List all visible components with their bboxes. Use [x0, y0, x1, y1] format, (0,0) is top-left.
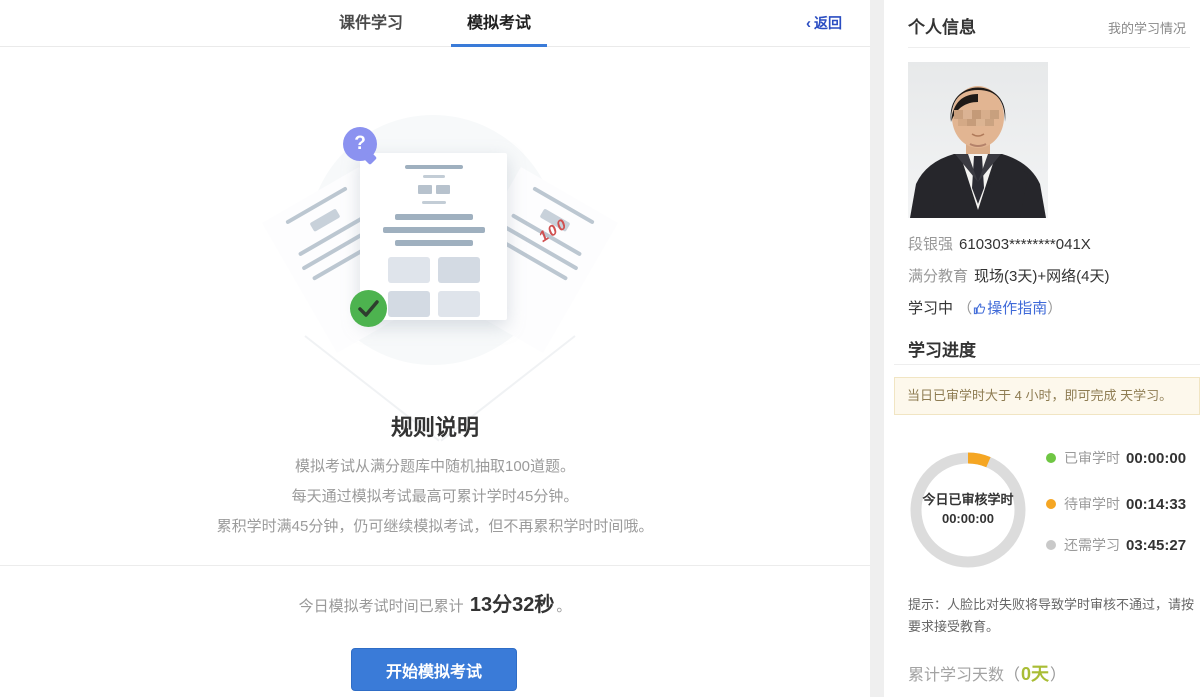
paren-close: ） [1047, 300, 1062, 317]
chevron-left-icon: ‹ [806, 15, 811, 32]
donut-center-label: 今日已审核学时 [918, 490, 1018, 509]
tab-mock-exam-label: 模拟考试 [467, 15, 531, 32]
rule-line-1: 模拟考试从满分题库中随机抽取100道题。 [0, 452, 870, 482]
back-link[interactable]: ‹返回 [806, 0, 842, 47]
daily-requirement-notice: 当日已审学时大于 4 小时，即可完成 天学习。 [894, 377, 1200, 415]
rule-line-2: 每天通过模拟考试最高可累计学时45分钟。 [0, 482, 870, 512]
donut-center-text: 今日已审核学时 00:00:00 [918, 490, 1018, 528]
tab-courseware[interactable]: 课件学习 [333, 0, 409, 47]
status-row: 学习中 （ 操作指南） [908, 297, 1062, 319]
course-label: 满分教育 [908, 268, 968, 285]
legend-value: 00:14:33 [1126, 496, 1186, 513]
gray-dot-icon [1046, 540, 1056, 550]
exam-illustration: ? 100 [290, 100, 590, 365]
id-number: 610303********041X [959, 236, 1091, 253]
summary-suffix: 。 [556, 598, 571, 615]
learning-progress-title: 学习进度 [908, 336, 976, 361]
donut-center-value: 00:00:00 [918, 509, 1018, 528]
question-mark-icon: ? [343, 127, 377, 161]
paren-close: ） [1050, 667, 1066, 684]
legend-label: 还需学习 [1064, 535, 1120, 555]
legend-label: 待审学时 [1064, 494, 1120, 514]
paren-open: （ [957, 300, 972, 317]
study-time-donut-chart: 今日已审核学时 00:00:00 [906, 448, 1030, 572]
legend-row-reviewed: 已审学时 00:00:00 [1046, 448, 1186, 468]
back-label: 返回 [814, 15, 842, 31]
green-dot-icon [1046, 453, 1056, 463]
course-value: 现场(3天)+网络(4天) [974, 268, 1109, 285]
today-exam-time-summary: 今日模拟考试时间已累计 13分32秒。 [0, 588, 870, 617]
screen: 课件学习 模拟考试 ‹返回 [0, 0, 1200, 697]
total-study-days: 累计学习天数（0天） [908, 660, 1066, 686]
orange-dot-icon [1046, 499, 1056, 509]
main-panel: 课件学习 模拟考试 ‹返回 [0, 0, 870, 697]
summary-duration: 13分32秒 [470, 594, 555, 616]
status-text: 学习中 [908, 300, 953, 317]
hand-guide-icon [973, 302, 986, 319]
my-learning-status-link[interactable]: 我的学习情况 [1108, 18, 1186, 37]
legend-value: 00:00:00 [1126, 450, 1186, 467]
legend-row-pending: 待审学时 00:14:33 [1046, 494, 1186, 514]
sidebar: 个人信息 我的学习情况 [884, 0, 1200, 697]
active-tab-underline [451, 44, 547, 47]
total-days-value: 0天 [1021, 664, 1049, 684]
divider [0, 565, 870, 566]
face-verification-tip: 提示：人脸比对失败将导致学时审核不通过，请按要求接受教育。 [908, 594, 1194, 638]
legend-value: 03:45:27 [1126, 537, 1186, 554]
main-header: 课件学习 模拟考试 ‹返回 [0, 0, 870, 47]
name-label: 段银强 [908, 236, 953, 253]
total-days-label: 累计学习天数 [908, 667, 1004, 684]
tab-mock-exam[interactable]: 模拟考试 [461, 0, 537, 47]
legend-row-remaining: 还需学习 03:45:27 [1046, 535, 1186, 555]
legend-label: 已审学时 [1064, 448, 1120, 468]
summary-prefix: 今日模拟考试时间已累计 [299, 598, 468, 615]
rule-line-3: 累积学时满45分钟，仍可继续模拟考试，但不再累积学时时间哦。 [0, 512, 870, 542]
rules-title: 规则说明 [0, 410, 870, 442]
personal-info-title: 个人信息 [908, 13, 976, 38]
operation-guide-link[interactable]: 操作指南 [987, 300, 1047, 317]
course-row: 满分教育现场(3天)+网络(4天) [908, 265, 1109, 286]
tab-bar: 课件学习 模拟考试 [0, 0, 870, 47]
rules-text: 模拟考试从满分题库中随机抽取100道题。 每天通过模拟考试最高可累计学时45分钟… [0, 452, 870, 542]
profile-photo [908, 62, 1048, 218]
donut-legend: 已审学时 00:00:00 待审学时 00:14:33 还需学习 03:45:2… [1046, 448, 1186, 581]
paren-open: （ [1004, 667, 1020, 684]
name-id-row: 段银强 610303********041X [908, 233, 1091, 254]
start-mock-exam-button[interactable]: 开始模拟考试 [351, 648, 517, 691]
divider [908, 47, 1190, 48]
check-icon [350, 290, 387, 327]
divider [894, 364, 1200, 365]
